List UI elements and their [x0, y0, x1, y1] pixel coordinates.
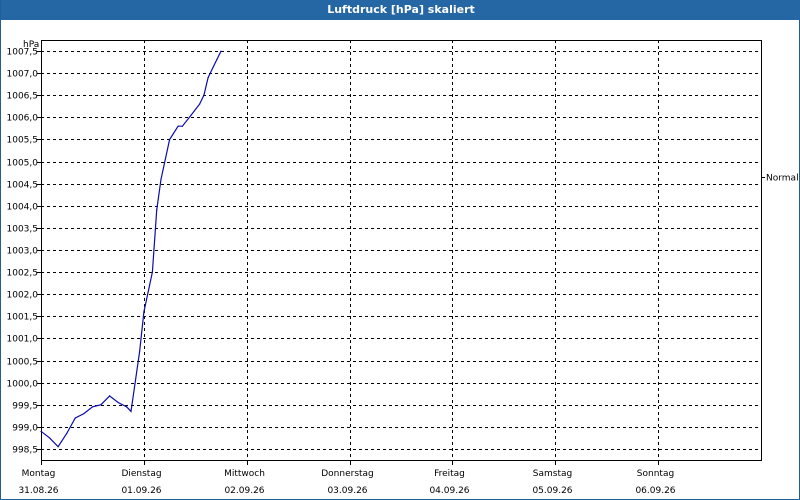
x-tick-day-label: Sonntag	[637, 469, 674, 479]
data-point	[130, 410, 132, 412]
y-tick-label: 1004,5	[7, 181, 39, 191]
data-point	[169, 138, 171, 141]
data-point	[117, 401, 119, 404]
x-tick-day-label: Montag	[22, 469, 56, 479]
data-point	[220, 50, 222, 52]
x-tick-day-label: Freitag	[434, 469, 465, 479]
data-point	[216, 59, 218, 61]
series-group	[40, 50, 222, 448]
y-tick-label: 1005,0	[7, 159, 39, 169]
x-tick-date-label: 02.09.26	[224, 486, 264, 496]
x-tick-day-label: Samstag	[533, 469, 572, 479]
data-point	[74, 417, 76, 419]
y-tick-label: 1001,5	[7, 313, 39, 323]
y-tick-label: 1003,5	[7, 225, 39, 235]
data-point	[177, 125, 179, 127]
y-axis-ticks: 998,5 999,0 999,5 1000,0 1000,5 1001,0 1001,5 1…	[7, 48, 41, 456]
y-tick-label: 998,5	[12, 446, 38, 456]
data-point	[40, 430, 42, 432]
y-tick-label: 1006,0	[7, 114, 39, 124]
data-point	[143, 311, 145, 313]
data-point	[66, 432, 68, 435]
data-point	[160, 178, 162, 180]
x-tick-date-label: 06.09.26	[635, 486, 675, 496]
y-tick-label: 1000,0	[7, 380, 39, 390]
x-axis-ticks: Montag 31.08.26 Dienstag 01.09.26 Mittwoch 02…	[18, 460, 676, 496]
y-tick-label: 999,5	[12, 402, 38, 412]
x-tick-date-label: 05.09.26	[532, 486, 572, 496]
data-point	[139, 351, 141, 353]
y-tick-label: 1004,0	[7, 203, 39, 213]
y-tick-label: 1005,5	[7, 136, 39, 146]
y-tick-label: 1006,5	[7, 92, 39, 102]
y-tick-label: 1007,5	[7, 48, 39, 58]
data-point	[190, 114, 192, 116]
data-point	[126, 406, 128, 408]
x-tick-day-label: Donnerstag	[321, 469, 374, 479]
x-tick-date-label: 04.09.26	[429, 486, 469, 496]
y-tick-label: 1001,0	[7, 335, 39, 345]
grid	[41, 40, 761, 460]
data-point	[199, 103, 201, 105]
y-tick-label: 999,0	[12, 424, 38, 434]
data-point	[151, 271, 153, 273]
data-point	[83, 413, 85, 415]
reference-label: Normal	[766, 174, 799, 184]
data-point	[49, 437, 51, 439]
y-tick-label: 1003,0	[7, 247, 39, 257]
x-tick-date-label: 01.09.26	[121, 486, 161, 496]
y-tick-label: 1002,0	[7, 291, 39, 301]
x-tick-day-label: Dienstag	[121, 469, 161, 479]
data-point	[109, 395, 111, 397]
data-point	[156, 209, 158, 211]
x-tick-day-label: Mittwoch	[224, 469, 265, 479]
series-line	[40, 50, 222, 448]
chart-window: Luftdruck [hPa] skaliert hPa 998,5 999,0 9…	[0, 0, 800, 500]
x-tick-date-label: 03.09.26	[327, 486, 367, 496]
data-point	[181, 125, 183, 127]
data-point	[207, 77, 209, 79]
data-point	[57, 446, 59, 448]
y-tick-label: 1007,0	[7, 70, 39, 80]
y-tick-label: 1000,5	[7, 358, 39, 368]
x-tick-date-label: 31.08.26	[18, 486, 58, 496]
data-point	[203, 94, 205, 96]
line-chart: hPa 998,5999,0999,51000,01000,51001,0100…	[7, 40, 799, 496]
reference-marker: Normal	[761, 174, 799, 184]
y-tick-label: 1002,5	[7, 269, 39, 279]
data-point	[91, 406, 93, 408]
data-point	[100, 404, 102, 406]
